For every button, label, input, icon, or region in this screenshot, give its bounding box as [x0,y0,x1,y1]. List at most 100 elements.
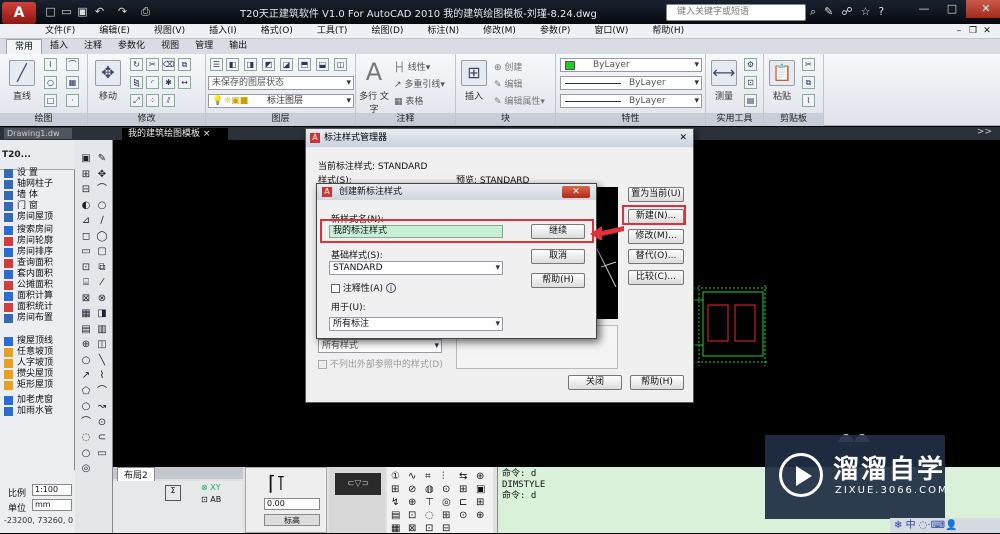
doc-close-icon[interactable]: ✕ [980,24,994,39]
ribbon-tab[interactable]: 参数化 [110,39,153,54]
palette-item[interactable]: 加雨水管 [0,406,75,417]
menu-item[interactable]: 修改(M) [483,24,516,38]
osnap-toggle-icon[interactable]: ① [391,471,400,482]
layer-properties-icon[interactable]: ☰ [210,58,223,71]
menu-item[interactable]: 视图(V) [154,24,185,38]
layer-icon-a[interactable]: ◧ [226,58,239,71]
favorites-icon[interactable]: ☆ [861,5,871,19]
draw-tool-icon[interactable]: ○ [79,354,93,368]
ime-punct-icon[interactable]: ◌·⌨👤 [919,520,958,531]
list-select[interactable]: 所有样式 [318,339,442,353]
osnap-toggle-icon[interactable]: ⊤ [425,497,434,508]
polyline-icon[interactable]: ⌇ [44,58,57,71]
doc-tabs-more-icon[interactable]: >> [977,127,992,137]
undo-icon[interactable]: ↶ [93,6,106,18]
communication-icon[interactable]: ☍ [841,5,852,19]
menu-item[interactable]: 参数(P) [540,24,570,38]
layer-icon-c[interactable]: ◩ [262,58,275,71]
draw-tool-icon[interactable]: ▭ [79,245,93,259]
osnap-toggle-icon[interactable]: ⊞ [459,484,467,495]
osnap-toggle-icon[interactable]: ⊏ [459,497,467,508]
util-icon-c[interactable]: ▤ [744,94,757,107]
osnap-toggle-icon[interactable]: ▤ [391,510,400,521]
unit-select[interactable]: mm [32,499,72,511]
draw-tool-icon[interactable]: ↝ [95,400,109,414]
color-select[interactable]: ByLayer [560,58,702,72]
trim-icon[interactable]: ✂ [146,58,159,71]
override-button[interactable]: 替代(O)... [628,249,684,264]
doc-tab-active[interactable]: 我的建筑绘图模板 × [122,128,228,140]
create-block-button[interactable]: ⊕ 创建 [494,60,522,73]
help-icon[interactable]: ? [878,5,884,19]
draw-tool-icon[interactable]: ⊞ [79,168,93,182]
line-button[interactable]: ╱ 直线 [6,60,38,102]
palette-item[interactable]: 查询面积 [0,258,75,269]
close-button[interactable]: 关闭 [568,375,622,390]
palette-item[interactable]: 房间轮廓 [0,236,75,247]
palette-item[interactable]: 搜索房间 [0,225,75,236]
linear-dim-button[interactable]: ├┤ 线性▾ [394,60,430,73]
draw-tool-icon[interactable]: ⊗ [95,292,109,306]
axis-icon[interactable]: Σ [165,485,181,501]
cut-icon[interactable]: ✂ [802,58,815,71]
osnap-toggle-icon[interactable]: ⊙ [459,510,467,521]
draw-tool-icon[interactable]: ◌ [79,431,93,445]
copy-clip-icon[interactable]: ⧉ [802,76,815,89]
layer-icon-g[interactable]: ◫ [334,58,347,71]
save-icon[interactable]: ▣ [76,6,89,18]
layer-state-select[interactable]: 未保存的图层状态 [208,76,354,90]
ribbon-tab[interactable]: 插入 [42,39,76,54]
menu-item[interactable]: 编辑(E) [99,24,130,38]
circle-icon[interactable]: ○ [44,76,57,89]
palette-item[interactable]: 攒尖屋顶 [0,369,75,380]
ucs-icon[interactable]: ⊗ XY [201,483,221,492]
draw-tool-icon[interactable]: ◨ [95,307,109,321]
osnap-toggle-icon[interactable]: ◍ [425,484,434,495]
draw-tool-icon[interactable]: ⊙ [95,416,109,430]
erase-icon[interactable]: ⌫ [162,58,175,71]
linetype-select[interactable]: ByLayer [560,76,702,90]
util-icon-a[interactable]: ⚙ [744,58,757,71]
osnap-toggle-icon[interactable]: ⊞ [391,484,399,495]
compare-button[interactable]: 比较(C)... [628,270,684,285]
ribbon-tab[interactable]: 常用 [6,39,43,54]
minimize-icon[interactable]: — [910,0,938,18]
osnap-toggle-icon[interactable]: ⊕ [476,471,484,482]
scale-icon[interactable]: ⤢ [130,94,143,107]
search-input[interactable]: 键入关键字或短语 [666,4,806,21]
osnap-toggle-icon[interactable]: ⊘ [408,484,416,495]
draw-tool-icon[interactable]: ▢ [95,245,109,259]
draw-tool-icon[interactable]: ⊡ [79,261,93,275]
annotative-checkbox[interactable]: 注释性(A) i [331,281,396,294]
palette-item[interactable]: 公摊面积 [0,280,75,291]
palette-item[interactable]: 套内面积 [0,269,75,280]
palette-item[interactable]: 面积计算 [0,291,75,302]
draw-tool-icon[interactable]: ✎ [95,152,109,166]
rotate-icon[interactable]: ↻ [130,58,143,71]
ribbon-tab[interactable]: 输出 [221,39,255,54]
match-prop-icon[interactable]: ⌇ [802,94,815,107]
base-style-select[interactable]: STANDARD [329,261,503,275]
draw-tool-icon[interactable]: ⊕ [79,338,93,352]
menu-item[interactable]: 工具(T) [317,24,348,38]
draw-tool-icon[interactable]: ▣ [79,152,93,166]
draw-tool-icon[interactable]: ▦ [79,307,93,321]
stretch-icon[interactable]: ↔ [178,76,191,89]
draw-tool-icon[interactable]: ⁄ [95,276,109,290]
palette-item[interactable]: 房间屋顶 [0,212,75,223]
hatch-icon[interactable]: ▦ [66,76,79,89]
layer-icon-f[interactable]: ⬓ [316,58,329,71]
layer-icon-e[interactable]: ⬒ [298,58,311,71]
offset-icon[interactable]: ⫽ [162,94,175,107]
close-icon[interactable]: ✕ [679,129,687,147]
util-icon-b[interactable]: ⊡ [744,76,757,89]
lineweight-select[interactable]: ByLayer [560,94,702,108]
osnap-toggle-icon[interactable]: ⊞ [442,510,450,521]
osnap-toggle-icon[interactable]: ⫶ [442,471,445,482]
draw-tool-icon[interactable]: ⊿ [79,214,93,228]
draw-tool-icon[interactable]: ◐ [79,199,93,213]
osnap-toggle-icon[interactable]: ∿ [408,471,416,482]
menu-item[interactable]: 插入(I) [209,24,237,38]
plot-icon[interactable]: ⎙ [139,6,152,18]
help-button[interactable]: 帮助(H) [630,375,684,390]
